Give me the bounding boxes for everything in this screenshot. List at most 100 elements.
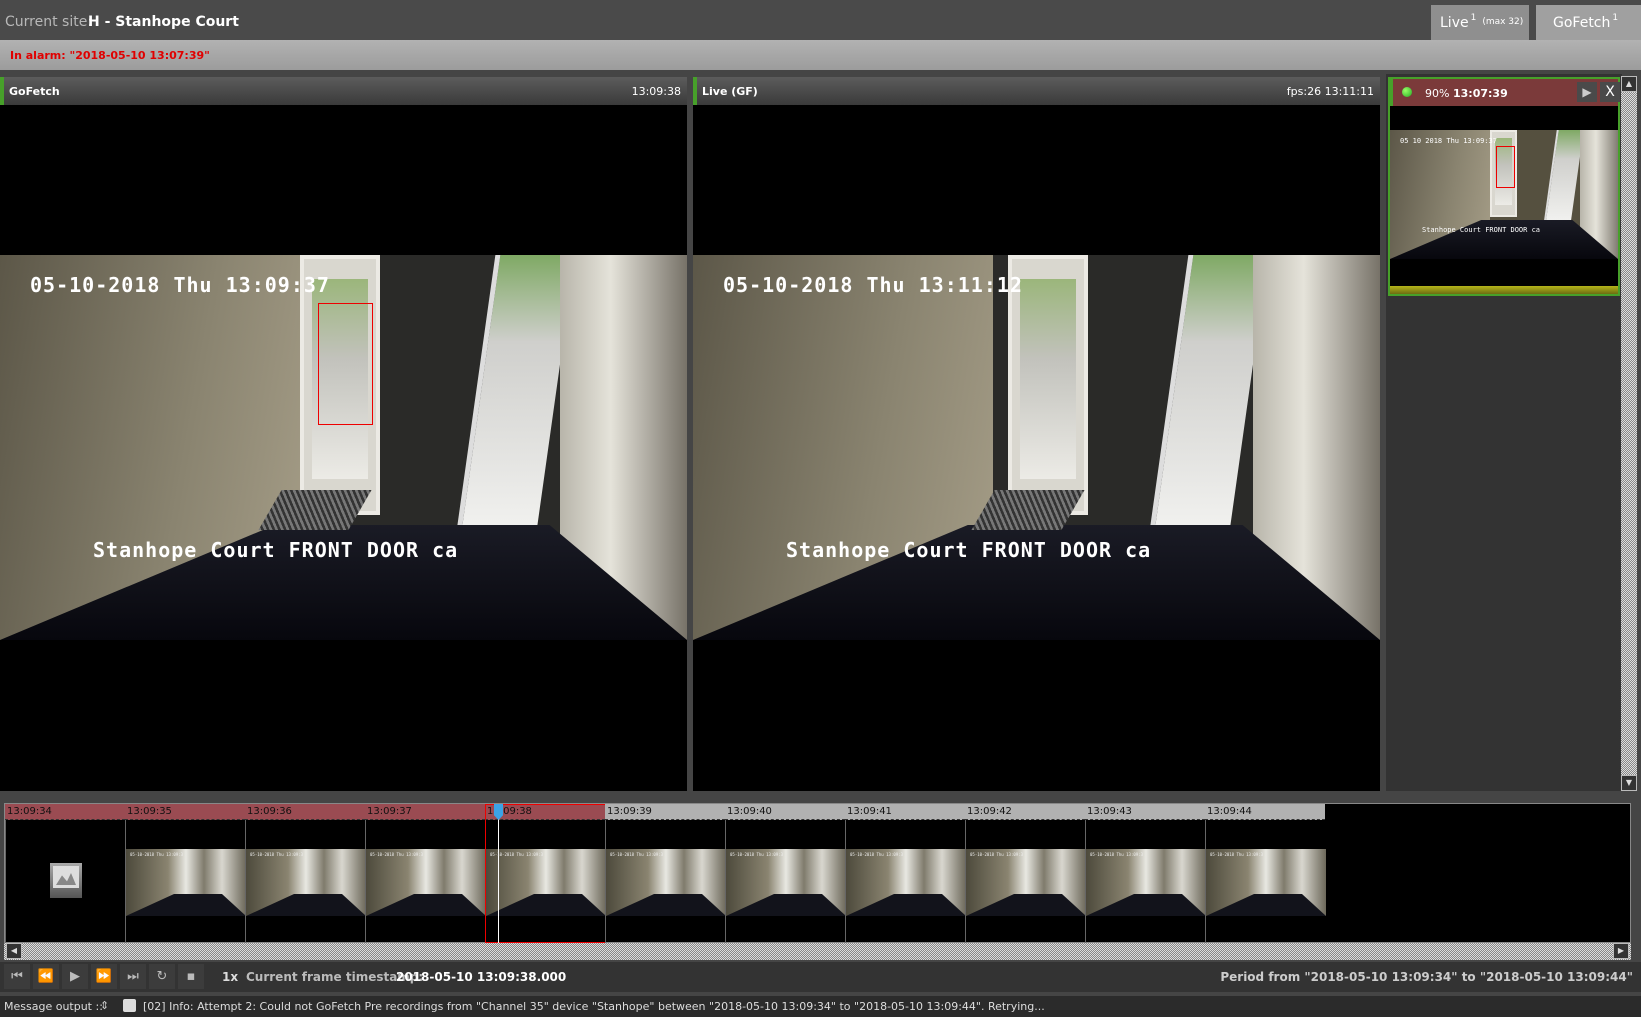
timeline-scrollbar[interactable]: ◀ ▶ [4, 943, 1631, 960]
pane-fps-timestamp: fps:26 13:11:11 [1286, 85, 1374, 98]
image-placeholder-icon [50, 863, 82, 898]
timeline-frame[interactable]: 05-10-2018 Thu 13:09:3 [725, 820, 846, 943]
current-site-name: H - Stanhope Court [88, 14, 239, 30]
timeline-strip[interactable]: 13:09:34 13:09:35 05-10-2018 Thu 13:09:3 13… [4, 803, 1631, 943]
video-pane-gofetch[interactable]: GoFetch 13:09:38 05-10-2018 Thu 13:09:37… [0, 77, 687, 791]
timeline-frame[interactable]: 05-10-2018 Thu 13:09:3 [365, 820, 486, 943]
pane-timestamp: 13:09:38 [631, 85, 681, 98]
app-window: Current site: H - Stanhope Court Live 1 (m… [0, 0, 1641, 1017]
timeline-tick[interactable]: 13:09:41 [845, 804, 965, 820]
pane-title: GoFetch [9, 85, 60, 98]
current-frame-timestamp: 2018-05-10 13:09:38.000 [396, 970, 567, 984]
scroll-up-icon[interactable]: ▲ [1621, 76, 1637, 92]
tab-gofetch[interactable]: GoFetch 1 [1536, 5, 1641, 40]
camera-osd-name: Stanhope Court FRONT DOOR ca [786, 538, 1152, 562]
scroll-left-icon[interactable]: ◀ [6, 943, 22, 959]
alarm-list-scrollbar[interactable]: ▲ ▼ [1621, 76, 1637, 791]
tab-live[interactable]: Live 1 (max 32) [1431, 5, 1529, 40]
timeline-tick[interactable]: 13:09:36 [245, 804, 365, 820]
frame-thumbnail: 05-10-2018 Thu 13:09:3 [966, 849, 1086, 916]
message-checkbox[interactable] [123, 999, 136, 1012]
playhead-line [498, 804, 499, 943]
timeline-frame[interactable]: 05-10-2018 Thu 13:09:3 [1205, 820, 1326, 943]
timeline-tick[interactable]: 13:09:37 [365, 804, 485, 820]
timeline-tick[interactable]: 13:09:40 [725, 804, 845, 820]
timeline-frame[interactable]: 05-10-2018 Thu 13:09:3 [125, 820, 246, 943]
alarm-card-header: 90% 13:07:39 ▶ X [1390, 79, 1620, 106]
frame-thumbnail: 05-10-2018 Thu 13:09:3 [606, 849, 726, 916]
alarm-time: 13:07:39 [1453, 87, 1508, 100]
timeline-tick[interactable]: 13:09:42 [965, 804, 1085, 820]
timeline-tick[interactable]: 13:09:35 [125, 804, 245, 820]
timeline-frame[interactable]: 05-10-2018 Thu 13:09:3 [245, 820, 366, 943]
current-site-label: Current site: [5, 14, 93, 30]
skip-end-button[interactable]: ⏭ [120, 964, 146, 989]
alarm-confidence: 90% [1425, 87, 1450, 100]
sort-updown-icon[interactable]: ⇕ [100, 999, 109, 1012]
timeline-frame[interactable]: 05-10-2018 Thu 13:09:3 [485, 820, 606, 943]
status-online-icon [1402, 87, 1412, 97]
timeline-frame[interactable]: 05-10-2018 Thu 13:09:3 [605, 820, 726, 943]
play-icon[interactable]: ▶ [1577, 82, 1597, 102]
pane-title: Live (GF) [702, 85, 758, 98]
camera-video[interactable]: 05-10-2018 Thu 13:11:12 Stanhope Court F… [693, 255, 1380, 640]
skip-start-button[interactable]: ⏮ [4, 964, 30, 989]
timeline-tick[interactable]: 13:09:44 [1205, 804, 1325, 820]
frame-thumbnail: 05-10-2018 Thu 13:09:3 [846, 849, 966, 916]
fast-forward-button[interactable]: ⏩ [91, 964, 117, 989]
period-range: Period from "2018-05-10 13:09:34" to "20… [1220, 970, 1633, 984]
playback-speed[interactable]: 1x [222, 970, 238, 984]
timeline-tick[interactable]: 13:09:38 [485, 804, 605, 820]
frame-thumbnail: 05-10-2018 Thu 13:09:3 [126, 849, 246, 916]
frame-osd: 05-10-2018 Thu 13:09:3 [850, 852, 903, 857]
timeline-frame[interactable]: 05-10-2018 Thu 13:09:3 [845, 820, 966, 943]
save-button[interactable]: ▪ [178, 964, 204, 989]
timeline-tick[interactable]: 13:09:34 [5, 804, 125, 820]
scroll-down-icon[interactable]: ▼ [1621, 775, 1637, 791]
alarm-status-bar: In alarm: "2018-05-10 13:07:39" [0, 40, 1641, 70]
timeline-frame[interactable]: 05-10-2018 Thu 13:09:3 [1085, 820, 1206, 943]
frame-thumbnail: 05-10-2018 Thu 13:09:3 [486, 849, 606, 916]
timeline-tick[interactable]: 13:09:43 [1085, 804, 1205, 820]
timeline-tick[interactable]: 13:09:39 [605, 804, 725, 820]
detection-box [1496, 146, 1515, 188]
message-output-bar: Message output :: ⇕ [02] Info: Attempt 2… [0, 996, 1641, 1017]
camera-video[interactable]: 05-10-2018 Thu 13:09:37 Stanhope Court F… [0, 255, 687, 640]
frame-osd: 05-10-2018 Thu 13:09:3 [970, 852, 1023, 857]
frame-osd: 05-10-2018 Thu 13:09:3 [610, 852, 663, 857]
message-text: [02] Info: Attempt 2: Could not GoFetch … [143, 1000, 1045, 1013]
tab-gofetch-count: 1 [1612, 13, 1619, 23]
play-button[interactable]: ▶ [62, 964, 88, 989]
frame-osd: 05-10-2018 Thu 13:09:3 [130, 852, 183, 857]
scene-window [454, 255, 576, 545]
frame-thumbnail: 05-10-2018 Thu 13:09:3 [1206, 849, 1326, 916]
tab-gofetch-label: GoFetch [1553, 15, 1611, 31]
camera-osd-timestamp: 05-10-2018 Thu 13:09:37 [30, 273, 330, 297]
timeline-frame[interactable]: 05-10-2018 Thu 13:09:3 [965, 820, 1086, 943]
message-output-label: Message output :: [4, 1000, 103, 1013]
frame-osd: 05-10-2018 Thu 13:09:3 [370, 852, 423, 857]
frame-osd: 05-10-2018 Thu 13:09:3 [250, 852, 303, 857]
frame-osd: 05-10-2018 Thu 13:09:3 [1090, 852, 1143, 857]
reload-button[interactable]: ↻ [149, 964, 175, 989]
alarm-thumbnail[interactable]: 05 10 2018 Thu 13:09:37 Stanhope Court F… [1390, 130, 1618, 259]
frame-osd: 05-10-2018 Thu 13:09:3 [1210, 852, 1263, 857]
video-pane-live[interactable]: Live (GF) fps:26 13:11:11 05-10-2018 Thu… [693, 77, 1380, 791]
detection-box [318, 303, 373, 425]
frame-thumbnail: 05-10-2018 Thu 13:09:3 [366, 849, 486, 916]
scroll-right-icon[interactable]: ▶ [1613, 943, 1629, 959]
close-icon[interactable]: X [1600, 82, 1620, 102]
alarm-status-text: In alarm: "2018-05-10 13:07:39" [10, 49, 210, 62]
frame-thumbnail: 05-10-2018 Thu 13:09:3 [1086, 849, 1206, 916]
thumb-osd-timestamp: 05 10 2018 Thu 13:09:37 [1400, 137, 1497, 145]
alarm-card[interactable]: 90% 13:07:39 ▶ X 05 10 2018 Thu 13:09:37… [1388, 77, 1620, 296]
tab-live-label: Live [1440, 15, 1469, 31]
frame-thumbnail: 05-10-2018 Thu 13:09:3 [726, 849, 846, 916]
frame-thumbnail: 05-10-2018 Thu 13:09:3 [246, 849, 366, 916]
timeline-frame[interactable] [5, 820, 125, 943]
rewind-button[interactable]: ⏪ [33, 964, 59, 989]
frame-osd: 05-10-2018 Thu 13:09:3 [730, 852, 783, 857]
alarm-progress-bar [1390, 286, 1618, 294]
pane-header: GoFetch 13:09:38 [0, 77, 687, 105]
top-bar: Current site: H - Stanhope Court Live 1 (m… [0, 0, 1641, 40]
